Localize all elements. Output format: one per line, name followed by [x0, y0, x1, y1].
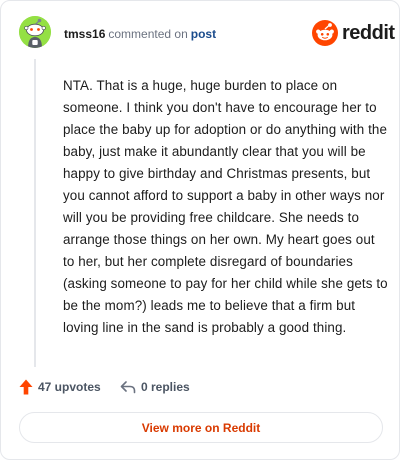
view-more-label: View more on Reddit [141, 420, 261, 435]
comment-body: NTA. That is a huge, huge burden to plac… [63, 78, 388, 335]
comment-card: tmss16 commented on post reddit NTA. That … [0, 0, 400, 460]
reply-button[interactable]: 0 replies [120, 378, 190, 396]
view-more-button[interactable]: View more on Reddit [19, 412, 383, 443]
upvotes-count: 47 upvotes [38, 380, 101, 394]
replies-count: 0 replies [141, 380, 190, 394]
reddit-wordmark: reddit [342, 22, 395, 44]
snoo-avatar-icon [19, 16, 51, 48]
arrow-up-icon [19, 379, 33, 395]
username[interactable]: tmss16 [64, 27, 105, 41]
commented-on-text: commented on [108, 27, 188, 41]
thread-line[interactable] [34, 59, 36, 367]
post-link[interactable]: post [191, 27, 216, 41]
avatar[interactable] [19, 16, 51, 48]
reddit-logo-icon [312, 20, 338, 46]
upvote-button[interactable]: 47 upvotes [19, 378, 101, 396]
reply-arrow-icon [120, 381, 136, 394]
comment-header: tmss16 commented on post [64, 27, 216, 41]
